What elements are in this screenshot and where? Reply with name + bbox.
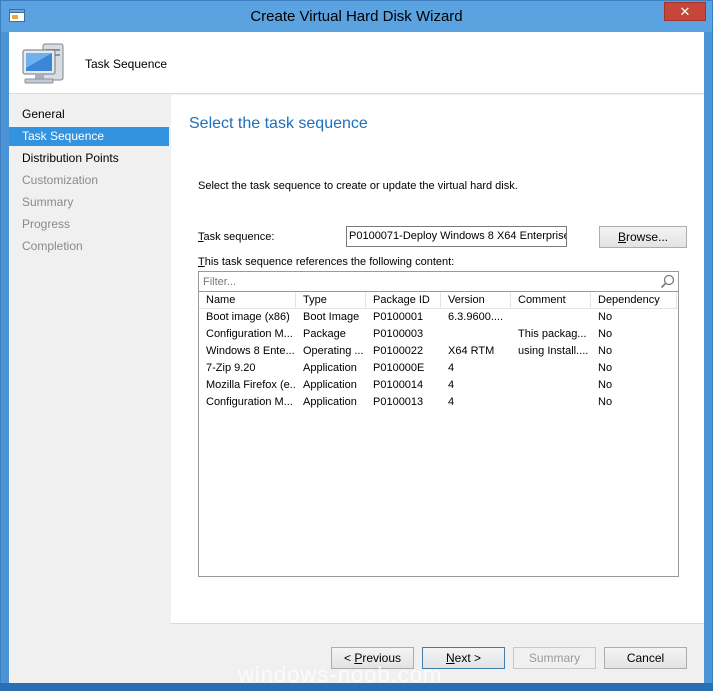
nav-item-distribution-points[interactable]: Distribution Points <box>9 149 169 168</box>
cell-dependency: No <box>598 345 613 357</box>
table-row[interactable]: Windows 8 Ente... Operating ... P0100022… <box>199 343 678 360</box>
cell-version <box>441 326 511 343</box>
table-row[interactable]: 7-Zip 9.20 Application P010000E 4 No <box>199 360 678 377</box>
browse-access-key: B <box>617 230 626 244</box>
cell-comment <box>511 394 591 411</box>
cell-type: Boot Image <box>303 311 360 323</box>
cell-version: 4 <box>448 379 455 391</box>
filter-box <box>198 271 679 292</box>
title-bar[interactable]: Create Virtual Hard Disk Wizard ✕ <box>1 1 712 32</box>
column-header-dependency[interactable]: Dependency <box>591 292 677 309</box>
nav-item-summary: Summary <box>22 195 74 209</box>
cell-dependency: No <box>598 396 613 408</box>
search-icon[interactable] <box>660 274 675 289</box>
cell-package-id: P0100022 <box>373 345 424 357</box>
content-references-grid[interactable]: Name Type Package ID Version Comment Dep… <box>198 292 679 577</box>
grid-header-row: Name Type Package ID Version Comment Dep… <box>199 292 678 309</box>
cell-dependency: No <box>598 379 613 391</box>
table-row[interactable]: Configuration M... Application P0100013 … <box>199 394 678 411</box>
browse-button[interactable]: Browse... <box>599 226 687 248</box>
window-title: Create Virtual Hard Disk Wizard <box>250 8 463 25</box>
column-header-name[interactable]: Name <box>199 292 296 309</box>
filter-input[interactable] <box>199 272 649 291</box>
column-header-comment[interactable]: Comment <box>511 292 591 309</box>
cell-comment <box>511 360 591 377</box>
nav-item-progress: Progress <box>22 217 71 231</box>
page-heading: Select the task sequence <box>189 115 368 132</box>
wizard-window: Create Virtual Hard Disk Wizard ✕ Task S… <box>0 0 713 691</box>
cell-package-id: P0100001 <box>373 311 424 323</box>
table-row[interactable]: Configuration M... Package P0100003 This… <box>199 326 678 343</box>
references-label: This task sequence references the follow… <box>198 256 454 268</box>
instruction-text: Select the task sequence to create or up… <box>198 180 518 192</box>
column-header-package-id[interactable]: Package ID <box>366 292 441 309</box>
nav-item-general[interactable]: General <box>9 105 169 124</box>
header-title: Task Sequence <box>85 57 168 71</box>
wizard-content: Select the task sequence Select the task… <box>171 95 704 623</box>
table-row[interactable]: Mozilla Firefox (e... Application P01000… <box>199 377 678 394</box>
wizard-nav: General Task Sequence Distribution Point… <box>9 95 171 684</box>
cell-name: Configuration M... <box>206 328 293 340</box>
cell-type: Application <box>303 362 357 374</box>
cell-type: Application <box>303 396 357 408</box>
cell-comment: using Install.... <box>518 345 589 357</box>
wizard-header: Task Sequence <box>9 32 704 94</box>
watermark-text: windows-noob.com <box>238 662 443 687</box>
nav-item-customization: Customization <box>22 173 99 187</box>
cancel-button[interactable]: Cancel <box>604 647 687 669</box>
cell-comment: This packag... <box>518 328 587 340</box>
task-sequence-label: Task sequence: <box>198 231 274 243</box>
computer-icon <box>22 43 64 84</box>
cell-type: Package <box>303 328 346 340</box>
cell-name: Configuration M... <box>206 396 293 408</box>
cell-name: Mozilla Firefox (e... <box>206 379 296 391</box>
cell-comment <box>511 377 591 394</box>
close-button[interactable]: ✕ <box>664 2 706 21</box>
cell-name: Boot image (x86) <box>206 311 290 323</box>
cell-version: 4 <box>448 396 455 408</box>
nav-item-completion: Completion <box>22 239 83 253</box>
references-label-text: his task sequence references the followi… <box>204 256 455 268</box>
table-row[interactable]: Boot image (x86) Boot Image P0100001 6.3… <box>199 309 678 326</box>
wizard-client-area: Task Sequence General Task Sequence Dist… <box>9 32 704 684</box>
nav-item-task-sequence[interactable]: Task Sequence <box>9 127 169 146</box>
next-access-key: N <box>445 651 455 665</box>
cell-name: Windows 8 Ente... <box>206 345 295 357</box>
next-label: ext > <box>454 651 482 665</box>
cell-version: 6.3.9600.... <box>448 311 504 323</box>
cell-package-id: P0100014 <box>373 379 424 391</box>
cell-type: Operating ... <box>303 345 364 357</box>
cell-dependency: No <box>598 362 613 374</box>
column-header-version[interactable]: Version <box>441 292 511 309</box>
task-sequence-label-text: ask sequence: <box>203 231 275 243</box>
cell-package-id: P0100013 <box>373 396 424 408</box>
cell-version: 4 <box>448 362 455 374</box>
references-label-access-key: T <box>198 256 205 268</box>
summary-button: Summary <box>513 647 596 669</box>
cell-version: X64 RTM <box>448 345 495 357</box>
column-header-type[interactable]: Type <box>296 292 366 309</box>
cell-comment <box>511 309 591 326</box>
browse-label: rowse... <box>626 230 669 244</box>
cell-dependency: No <box>598 311 613 323</box>
task-sequence-field[interactable]: P0100071-Deploy Windows 8 X64 Enterprise <box>346 226 567 247</box>
cell-package-id: P0100003 <box>373 328 424 340</box>
cell-name: 7-Zip 9.20 <box>206 362 256 374</box>
cell-dependency: No <box>598 328 613 340</box>
cell-package-id: P010000E <box>373 362 425 374</box>
cell-type: Application <box>303 379 357 391</box>
